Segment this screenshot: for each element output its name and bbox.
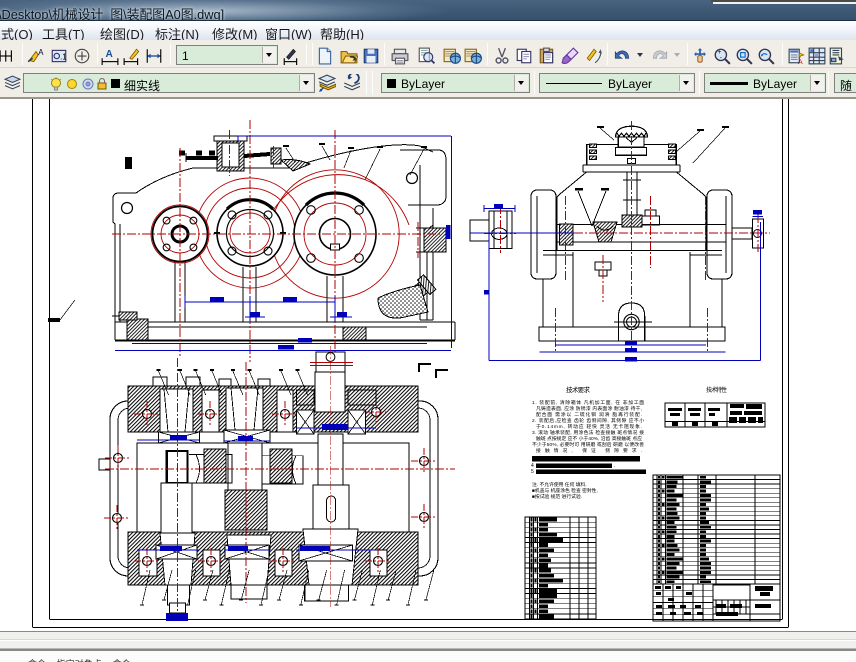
svg-text:2. 装配后,应检查 齿轮 齿侧间隙, 其侧隙 应不小: 2. 装配后,应检查 齿轮 齿侧间隙, 其侧隙 应不小: [532, 417, 644, 424]
svg-text:不少于50%, 必要时可 用研磨 或刮后 研磨 以便改善: 不少于50%, 必要时可 用研磨 或刮后 研磨 以便改善: [532, 441, 644, 448]
svg-text:配合面 需涂以 二硫化钼 润滑 脂再行装配.: 配合面 需涂以 二硫化钼 润滑 脂再行装配.: [536, 411, 642, 418]
svg-text:1. 装配前, 清除箱体 凡机加工面, 在 非加工面: 1. 装配前, 清除箱体 凡机加工面, 在 非加工面: [532, 399, 644, 406]
svg-text:3. 滚动 轴承装配, 用涂色法 检查接触 斑点情况 接: 3. 滚动 轴承装配, 用涂色法 检查接触 斑点情况 接: [532, 429, 644, 436]
svg-text:A: A: [38, 48, 44, 57]
svg-text:5: 5: [531, 469, 534, 475]
svg-text:注. 不允许使用 任何 填料,: 注. 不允许使用 任何 填料,: [532, 481, 587, 488]
svg-text:■机盖与 机座涂色 检查 密封性,: ■机盖与 机座涂色 检查 密封性,: [532, 487, 598, 494]
svg-text:于0.14mm, 转动应 轻快 灵活 无卡阻现象.: 于0.14mm, 转动应 轻快 灵活 无卡阻现象.: [536, 423, 642, 430]
svg-text:A: A: [798, 59, 803, 65]
svg-text:技术要求: 技术要求: [566, 385, 591, 394]
svg-text:触斑 点按规定 应不 小于40%, 沿齿 高接触斑 点应: 触斑 点按规定 应不 小于40%, 沿齿 高接触斑 点应: [536, 435, 642, 442]
svg-text:技术特性: 技术特性: [706, 386, 727, 394]
svg-text:A: A: [106, 49, 114, 60]
svg-text:.1: .1: [60, 52, 67, 61]
svg-text:凡铸造表面, 应涂 防锈漆 内表面涂 耐油漆 待干,: 凡铸造表面, 应涂 防锈漆 内表面涂 耐油漆 待干,: [536, 405, 642, 412]
svg-text:-: -: [720, 54, 722, 61]
svg-text:.: .: [614, 463, 615, 469]
svg-text:■按试验 规范 进行试验.: ■按试验 规范 进行试验.: [532, 493, 582, 500]
